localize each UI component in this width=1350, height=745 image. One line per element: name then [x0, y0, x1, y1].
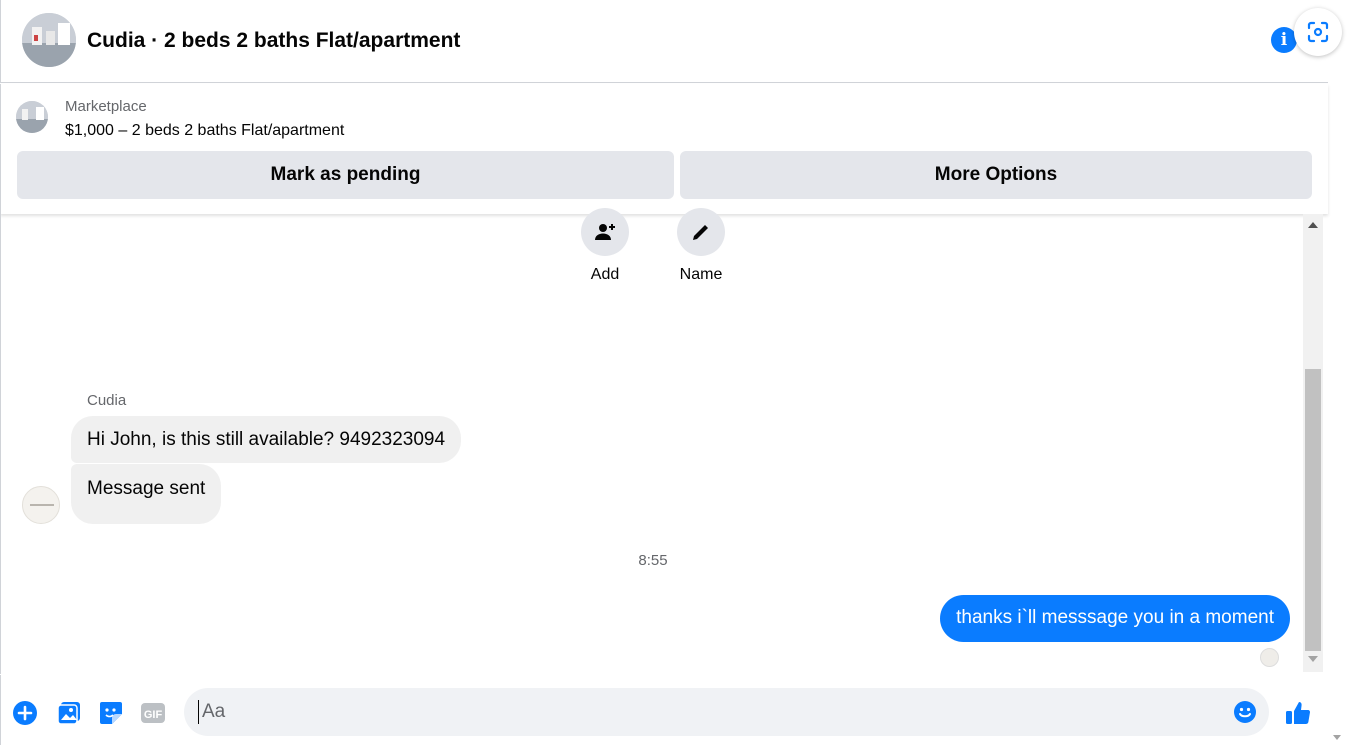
outgoing-message[interactable]: thanks i`ll messsage you in a moment [940, 595, 1290, 642]
seen-indicator-avatar [1260, 648, 1279, 667]
plus-circle-icon[interactable] [11, 699, 39, 727]
emoji-icon[interactable] [1233, 700, 1257, 729]
marketplace-label: Marketplace [65, 98, 147, 115]
more-options-button[interactable]: More Options [680, 151, 1312, 199]
gif-icon[interactable]: GIF [139, 699, 167, 727]
thumbs-up-icon[interactable] [1284, 699, 1312, 727]
conversation-title: Cudia · 2 beds 2 baths Flat/apartment [87, 29, 461, 52]
sticker-icon[interactable] [97, 699, 125, 727]
gif-label: GIF [144, 709, 163, 721]
name-action[interactable]: Name [661, 208, 741, 284]
message-input[interactable] [198, 700, 1228, 724]
photo-icon[interactable] [55, 699, 83, 727]
thread-scrollbar[interactable] [1303, 214, 1323, 672]
add-person-icon[interactable] [581, 208, 629, 256]
scroll-down-arrow-icon[interactable] [1308, 656, 1318, 662]
message-thread: Add Name Cudia Hi John, is this still av… [0, 208, 1328, 674]
pencil-icon[interactable] [677, 208, 725, 256]
message-composer: GIF [0, 675, 1328, 745]
scan-icon[interactable] [1294, 8, 1342, 56]
contact-avatar[interactable] [22, 486, 60, 524]
mark-as-pending-button[interactable]: Mark as pending [17, 151, 674, 199]
scrollbar-thumb[interactable] [1305, 369, 1321, 651]
listing-thumbnail[interactable] [16, 101, 48, 133]
conversation-header: Cudia · 2 beds 2 baths Flat/apartment i [0, 0, 1342, 83]
listing-avatar[interactable] [22, 13, 76, 67]
page-scroll-down-icon[interactable] [1333, 735, 1341, 740]
scroll-up-arrow-icon[interactable] [1308, 222, 1318, 228]
listing-summary[interactable]: $1,000 – 2 beds 2 baths Flat/apartment [65, 122, 344, 140]
marketplace-panel: Marketplace $1,000 – 2 beds 2 baths Flat… [0, 84, 1328, 214]
incoming-message[interactable]: Message sent [71, 464, 222, 524]
name-label: Name [679, 266, 723, 283]
add-label: Add [590, 266, 620, 283]
add-action[interactable]: Add [565, 208, 645, 284]
sender-name: Cudia [87, 392, 127, 409]
incoming-message[interactable]: Hi John, is this still available? 949232… [71, 416, 462, 463]
message-timestamp: 8:55 [638, 552, 668, 569]
message-input-container[interactable] [184, 688, 1269, 736]
